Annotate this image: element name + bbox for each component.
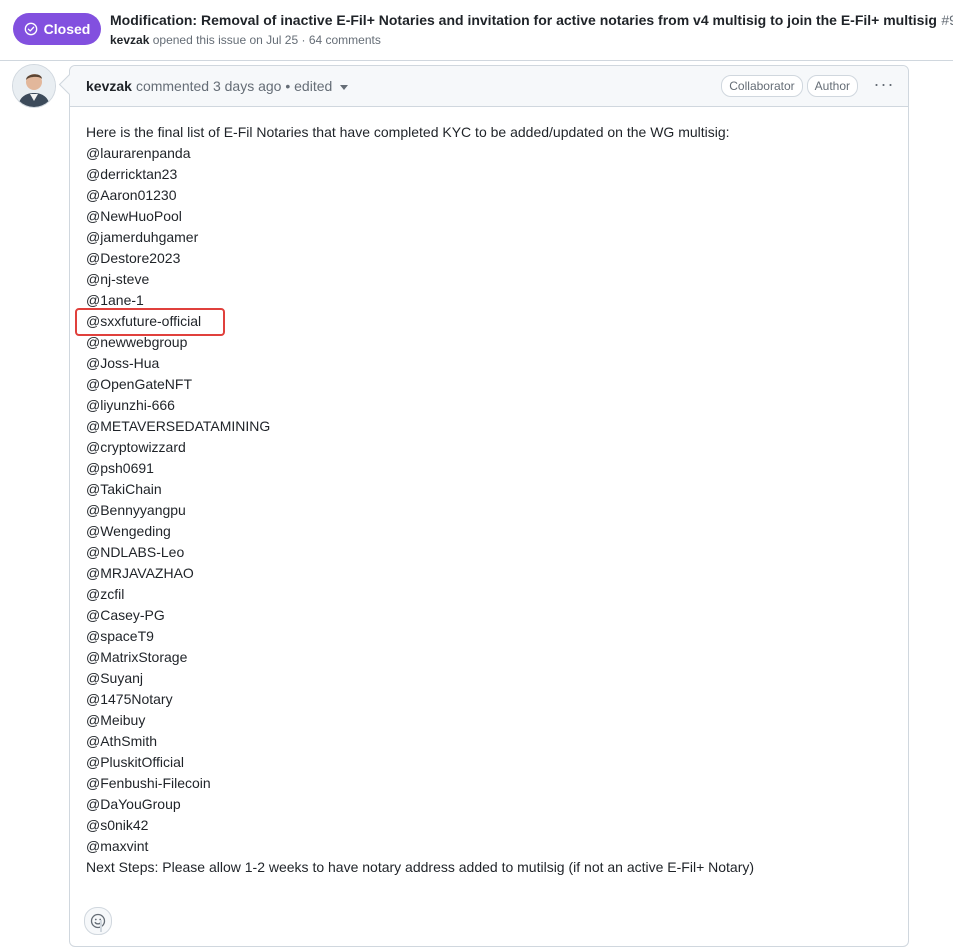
user-mention-link[interactable]: @METAVERSEDATAMINING <box>86 418 270 434</box>
user-mention-link[interactable]: @nj-steve <box>86 271 149 287</box>
user-mention-link[interactable]: @MatrixStorage <box>86 649 187 665</box>
user-mention-link[interactable]: @Aaron01230 <box>86 187 177 203</box>
mention-item: @liyunzhi-666 <box>86 395 754 416</box>
mention-item: @Aaron01230 <box>86 185 754 206</box>
check-circle-icon <box>24 22 37 36</box>
mention-item: @MatrixStorage <box>86 647 754 668</box>
mention-item: @METAVERSEDATAMINING <box>86 416 754 437</box>
comment-box: kevzak commented 3 days ago • edited Col… <box>69 65 909 947</box>
user-mention-link[interactable]: @laurarenpanda <box>86 145 191 161</box>
user-mention-link[interactable]: @maxvint <box>86 838 148 854</box>
mention-item: @Fenbushi-Filecoin <box>86 773 754 794</box>
chevron-down-icon[interactable] <box>340 84 349 90</box>
collaborator-badge: Collaborator <box>721 75 803 97</box>
mention-item: @Wengeding <box>86 521 754 542</box>
user-mention-link[interactable]: @Destore2023 <box>86 250 180 266</box>
mention-item: @Destore2023 <box>86 248 754 269</box>
mention-item: @1475Notary <box>86 689 754 710</box>
comment-body: Here is the final list of E-Fil Notaries… <box>86 122 754 878</box>
user-mention-link[interactable]: @Suyanj <box>86 670 143 686</box>
mention-item: @nj-steve <box>86 269 754 290</box>
comment-badges: Collaborator Author ··· <box>721 75 896 97</box>
mention-item: @spaceT9 <box>86 626 754 647</box>
user-mention-link[interactable]: @cryptowizzard <box>86 439 186 455</box>
mention-item: @Meibuy <box>86 710 754 731</box>
user-mention-link[interactable]: @PluskitOfficial <box>86 754 184 770</box>
issue-header: Closed Modification: Removal of inactive… <box>0 0 953 61</box>
add-reaction-button[interactable] <box>84 907 112 935</box>
mention-item: @cryptowizzard <box>86 437 754 458</box>
user-mention-link[interactable]: @Meibuy <box>86 712 145 728</box>
state-badge: Closed <box>13 13 101 45</box>
mention-list: @laurarenpanda @derricktan23 @Aaron01230 @N… <box>86 143 754 857</box>
issue-title[interactable]: Modification: Removal of inactive E-Fil+… <box>110 12 937 28</box>
mention-item: @Suyanj <box>86 668 754 689</box>
mention-item: @laurarenpanda <box>86 143 754 164</box>
issue-meta-text: opened this issue on Jul 25 · 64 comment… <box>152 33 381 47</box>
mention-item: @Bennyyangpu <box>86 500 754 521</box>
mention-item: @zcfil <box>86 584 754 605</box>
timeline-line <box>100 920 102 932</box>
author-badge: Author <box>806 75 858 97</box>
user-mention-link[interactable]: @psh0691 <box>86 460 154 476</box>
mention-item: @OpenGateNFT <box>86 374 754 395</box>
issue-meta: kevzak opened this issue on Jul 25 · 64 … <box>110 33 381 47</box>
mention-item: @s0nik42 <box>86 815 754 836</box>
user-mention-link[interactable]: @OpenGateNFT <box>86 376 192 392</box>
user-mention-link[interactable]: @Casey-PG <box>86 607 165 623</box>
mention-item: @NewHuoPool <box>86 206 754 227</box>
kebab-horizontal-icon[interactable]: ··· <box>872 75 896 93</box>
mention-item: @Casey-PG <box>86 605 754 626</box>
mention-item: @Joss-Hua <box>86 353 754 374</box>
user-mention-link[interactable]: @newwebgroup <box>86 334 187 350</box>
user-mention-link[interactable]: @Wengeding <box>86 523 171 539</box>
user-mention-link[interactable]: @s0nik42 <box>86 817 148 833</box>
user-mention-link[interactable]: @MRJAVAZHAO <box>86 565 194 581</box>
user-mention-link[interactable]: @1ane-1 <box>86 292 144 308</box>
user-mention-link[interactable]: @jamerduhgamer <box>86 229 198 245</box>
user-mention-link[interactable]: @liyunzhi-666 <box>86 397 175 413</box>
issue-number: #948 <box>941 12 953 28</box>
user-mention-link[interactable]: @DaYouGroup <box>86 796 181 812</box>
mention-item: @TakiChain <box>86 479 754 500</box>
mention-item: @maxvint <box>86 836 754 857</box>
user-mention-link[interactable]: @zcfil <box>86 586 124 602</box>
mention-item: @NDLABS-Leo <box>86 542 754 563</box>
user-mention-link[interactable]: @Bennyyangpu <box>86 502 186 518</box>
user-mention-link[interactable]: @AthSmith <box>86 733 157 749</box>
state-label: Closed <box>43 21 91 37</box>
mention-item: @AthSmith <box>86 731 754 752</box>
comment-author[interactable]: kevzak <box>86 78 132 94</box>
issue-author-link[interactable]: kevzak <box>110 33 149 47</box>
issue-title-row: Modification: Removal of inactive E-Fil+… <box>110 12 953 30</box>
user-mention-link[interactable]: @NewHuoPool <box>86 208 182 224</box>
intro-text: Here is the final list of E-Fil Notaries… <box>86 124 730 140</box>
user-mention-link[interactable]: @TakiChain <box>86 481 162 497</box>
mention-item: @psh0691 <box>86 458 754 479</box>
comment-header: kevzak commented 3 days ago • edited Col… <box>70 66 908 107</box>
smiley-icon <box>90 913 106 929</box>
user-mention-link[interactable]: @spaceT9 <box>86 628 154 644</box>
mention-item: @PluskitOfficial <box>86 752 754 773</box>
user-mention-link[interactable]: @Joss-Hua <box>86 355 159 371</box>
user-mention-link[interactable]: @Fenbushi-Filecoin <box>86 775 211 791</box>
user-mention-link[interactable]: @derricktan23 <box>86 166 177 182</box>
user-mention-link[interactable]: @1475Notary <box>86 691 173 707</box>
comment-time[interactable]: commented 3 days ago • edited <box>136 78 332 94</box>
highlight-box <box>75 308 225 336</box>
user-mention-link[interactable]: @NDLABS-Leo <box>86 544 184 560</box>
avatar-image <box>13 65 55 107</box>
mention-item: @DaYouGroup <box>86 794 754 815</box>
avatar[interactable] <box>12 64 56 108</box>
mention-item: @jamerduhgamer <box>86 227 754 248</box>
mention-item: @derricktan23 <box>86 164 754 185</box>
next-steps-text: Next Steps: Please allow 1-2 weeks to ha… <box>86 859 755 875</box>
mention-item: @MRJAVAZHAO <box>86 563 754 584</box>
